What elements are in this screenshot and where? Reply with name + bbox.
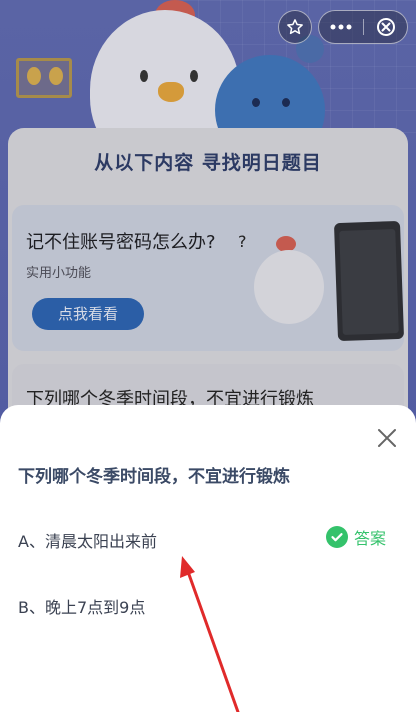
mini-chick-illustration [254, 250, 324, 324]
check-circle-icon [326, 526, 348, 548]
alien-eye [282, 98, 290, 107]
star-outline-icon [287, 19, 303, 35]
medal-icon [27, 67, 41, 85]
answer-badge: 答案 [326, 525, 386, 549]
more-dots-icon [330, 24, 352, 30]
alien-eye [252, 98, 260, 107]
chick-beak [158, 82, 184, 102]
answer-label: 答案 [354, 529, 387, 548]
tip-card-subtitle: 实用小功能 [26, 266, 92, 281]
question-mark-glyph: ? [238, 232, 247, 251]
close-miniapp-button[interactable] [364, 11, 408, 43]
capsule-menu [318, 10, 408, 44]
answer-sheet [0, 405, 416, 712]
check-it-button[interactable]: 点我看看 [32, 298, 144, 330]
medal-icon [49, 67, 63, 85]
option-b[interactable]: B、晚上7点到9点 [18, 594, 145, 618]
chick-eye [190, 70, 198, 82]
chick-eye [140, 70, 148, 82]
page-title: 从以下内容 寻找明日题目 [94, 152, 322, 174]
option-a[interactable]: A、清晨太阳出来前 [18, 528, 157, 552]
favorite-button[interactable] [278, 10, 312, 44]
phone-illustration [333, 220, 405, 342]
question-text: 下列哪个冬季时间段，不宜进行锻炼 [18, 467, 290, 487]
more-button[interactable] [319, 11, 363, 43]
phone-screen [339, 229, 399, 335]
close-circle-icon [377, 18, 395, 36]
sheet-close-button[interactable] [374, 425, 400, 451]
tip-card-title: 记不住账号密码怎么办? [26, 232, 216, 253]
award-board-illustration [16, 58, 72, 98]
close-x-icon [378, 429, 396, 447]
